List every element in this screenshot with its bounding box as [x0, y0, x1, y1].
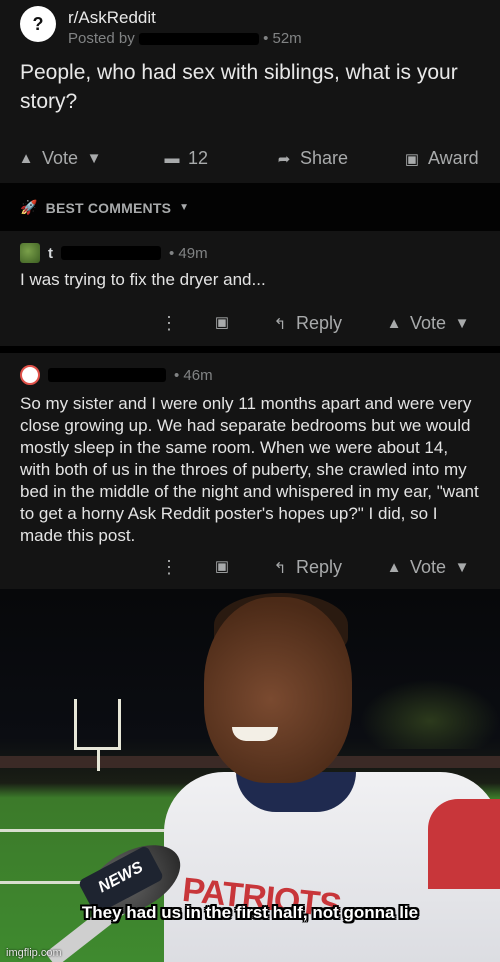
comment-vote-control: ▲ Vote ▼: [386, 313, 470, 334]
redacted-username: [61, 246, 161, 260]
vote-control: ▲ Vote ▼: [18, 148, 102, 169]
reply-button[interactable]: ↰ Reply: [272, 313, 342, 334]
comment-body: I was trying to fix the dryer and...: [20, 270, 266, 289]
vote-label: Vote: [410, 313, 447, 333]
share-label: Share: [300, 148, 349, 168]
downvote-icon[interactable]: ▼: [454, 559, 470, 577]
goal-stem: [97, 747, 100, 771]
question-mark-icon: ?: [32, 13, 44, 34]
comments-button[interactable]: ▬ 12: [164, 148, 209, 169]
player-face: [204, 597, 352, 783]
upvote-icon[interactable]: ▲: [18, 150, 34, 168]
award-label: Award: [428, 148, 479, 168]
reply-label: Reply: [296, 313, 343, 333]
comment-count: 12: [188, 148, 209, 168]
subreddit-icon[interactable]: ?: [20, 6, 56, 42]
meme-image: PATRIOTS NEWS They had us in the first h…: [0, 589, 500, 962]
downvote-icon[interactable]: ▼: [454, 315, 470, 333]
background-trees: [360, 679, 500, 749]
comment: • 46m So my sister and I were only 11 mo…: [0, 353, 500, 589]
comment-body: So my sister and I were only 11 months a…: [20, 394, 479, 545]
posted-by-label: Posted by: [68, 30, 135, 47]
post-actions: ▲ Vote ▼ ▬ 12 ➦ Share ▣ Award: [0, 140, 500, 176]
comment: t • 49m I was trying to fix the dryer an…: [0, 231, 500, 346]
award-icon: ▣: [214, 314, 230, 331]
more-options-button[interactable]: ⋮: [160, 557, 178, 578]
jersey-sleeve: [428, 799, 500, 889]
comment-sort-bar: 🚀 BEST COMMENTS ▼: [0, 183, 500, 231]
award-button[interactable]: ▣: [214, 557, 230, 575]
downvote-icon[interactable]: ▼: [86, 150, 102, 168]
avatar[interactable]: [20, 243, 40, 263]
reply-icon: ↰: [273, 559, 287, 577]
award-icon: ▣: [214, 558, 230, 575]
reply-label: Reply: [296, 557, 343, 577]
award-button[interactable]: ▣: [214, 313, 230, 331]
upvote-icon[interactable]: ▲: [386, 315, 402, 333]
post-age: • 52m: [263, 30, 302, 47]
award-button[interactable]: ▣ Award: [404, 148, 479, 169]
rocket-icon: 🚀: [20, 199, 38, 215]
more-icon: ⋮: [160, 557, 178, 577]
sort-label: BEST COMMENTS: [45, 199, 172, 216]
award-icon: ▣: [404, 150, 420, 168]
subreddit-name[interactable]: r/AskReddit: [68, 8, 156, 28]
chevron-down-icon: ▼: [179, 202, 190, 213]
comment-header: • 46m: [20, 364, 213, 386]
comment-age: • 49m: [169, 244, 208, 262]
vote-label: Vote: [410, 557, 447, 577]
reply-button[interactable]: ↰ Reply: [272, 557, 342, 578]
comment-username[interactable]: t: [48, 245, 53, 262]
comment-age: • 46m: [174, 366, 213, 384]
avatar[interactable]: [20, 365, 40, 385]
reply-icon: ↰: [273, 315, 287, 333]
post-card: ? r/AskReddit Posted by • 52m People, wh…: [0, 0, 500, 183]
redacted-username: [48, 368, 166, 382]
comment-actions: ⋮ ▣ ↰ Reply ▲ Vote ▼: [0, 305, 500, 337]
goal-post-right: [118, 699, 121, 749]
comment-header: t • 49m: [20, 242, 208, 264]
post-meta: Posted by • 52m: [68, 30, 302, 47]
watermark: imgflip.com: [6, 947, 62, 959]
vote-label: Vote: [42, 148, 79, 168]
comment-actions: ⋮ ▣ ↰ Reply ▲ Vote ▼: [0, 549, 500, 581]
meme-caption: They had us in the first half, not gonna…: [81, 903, 419, 922]
upvote-icon[interactable]: ▲: [386, 559, 402, 577]
share-button[interactable]: ➦ Share: [276, 148, 348, 169]
goal-post-left: [74, 699, 77, 749]
share-icon: ➦: [277, 150, 291, 168]
comment-icon: ▬: [164, 150, 180, 167]
more-icon: ⋮: [160, 313, 178, 333]
more-options-button[interactable]: ⋮: [160, 313, 178, 334]
smile: [232, 727, 278, 741]
comment-vote-control: ▲ Vote ▼: [386, 557, 470, 578]
post-title[interactable]: People, who had sex with siblings, what …: [20, 58, 490, 116]
sort-dropdown[interactable]: 🚀 BEST COMMENTS ▼: [20, 199, 189, 216]
redacted-username: [138, 33, 259, 46]
